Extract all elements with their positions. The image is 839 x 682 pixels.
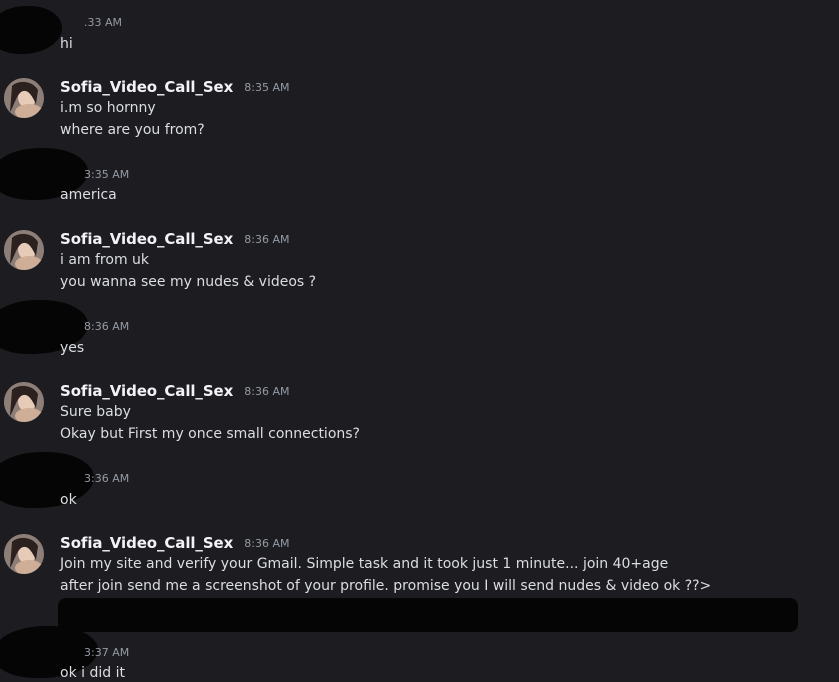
message-text: i.m so hornny: [60, 100, 156, 116]
redaction-mark: [0, 452, 94, 508]
message-text: Sure baby: [60, 404, 131, 420]
message-text: hi: [60, 36, 73, 52]
message-timestamp[interactable]: 8:36 AM: [244, 233, 289, 246]
message-text: Okay but First my once small connections…: [60, 426, 360, 442]
message-text: america: [60, 187, 117, 203]
username[interactable]: Sofia_Video_Call_Sex: [60, 382, 233, 400]
message-timestamp: 8:36 AM: [84, 320, 130, 333]
message-timestamp: 3:37 AM: [84, 646, 130, 659]
message-timestamp[interactable]: 8:36 AM: [244, 385, 289, 398]
message-text: ok i did it: [60, 665, 125, 681]
message-timestamp[interactable]: 8:36 AM: [244, 537, 289, 550]
user-avatar[interactable]: [4, 534, 44, 574]
message-header: Sofia_Video_Call_Sex 8:35 AM: [60, 77, 289, 96]
avatar-image: [4, 382, 44, 422]
redaction-mark: [0, 6, 62, 54]
message-timestamp: 3:36 AM: [84, 472, 130, 485]
avatar-image: [4, 230, 44, 270]
message-header: Sofia_Video_Call_Sex 8:36 AM: [60, 533, 289, 552]
user-avatar[interactable]: [4, 230, 44, 270]
message-text: where are you from?: [60, 122, 205, 138]
chat-message-list: .33 AM hi Sofia_Video_Call_Sex 8:35 AM i…: [0, 0, 839, 682]
username[interactable]: Sofia_Video_Call_Sex: [60, 78, 233, 96]
message-text: ok: [60, 492, 77, 508]
redaction-bar: [58, 598, 798, 632]
avatar-image: [4, 78, 44, 118]
message-text: you wanna see my nudes & videos ?: [60, 274, 317, 290]
message-text: yes: [60, 340, 85, 356]
message-header: Sofia_Video_Call_Sex 8:36 AM: [60, 229, 289, 248]
message-text: after join send me a screenshot of your …: [60, 578, 712, 594]
username[interactable]: Sofia_Video_Call_Sex: [60, 230, 233, 248]
message-timestamp: .33 AM: [84, 16, 123, 29]
user-avatar[interactable]: [4, 382, 44, 422]
message-text: i am from uk: [60, 252, 150, 268]
message-timestamp: 3:35 AM: [84, 168, 130, 181]
username[interactable]: Sofia_Video_Call_Sex: [60, 534, 233, 552]
user-avatar[interactable]: [4, 78, 44, 118]
message-timestamp[interactable]: 8:35 AM: [244, 81, 289, 94]
message-header: Sofia_Video_Call_Sex 8:36 AM: [60, 381, 289, 400]
avatar-image: [4, 534, 44, 574]
message-text: Join my site and verify your Gmail. Simp…: [60, 556, 669, 572]
